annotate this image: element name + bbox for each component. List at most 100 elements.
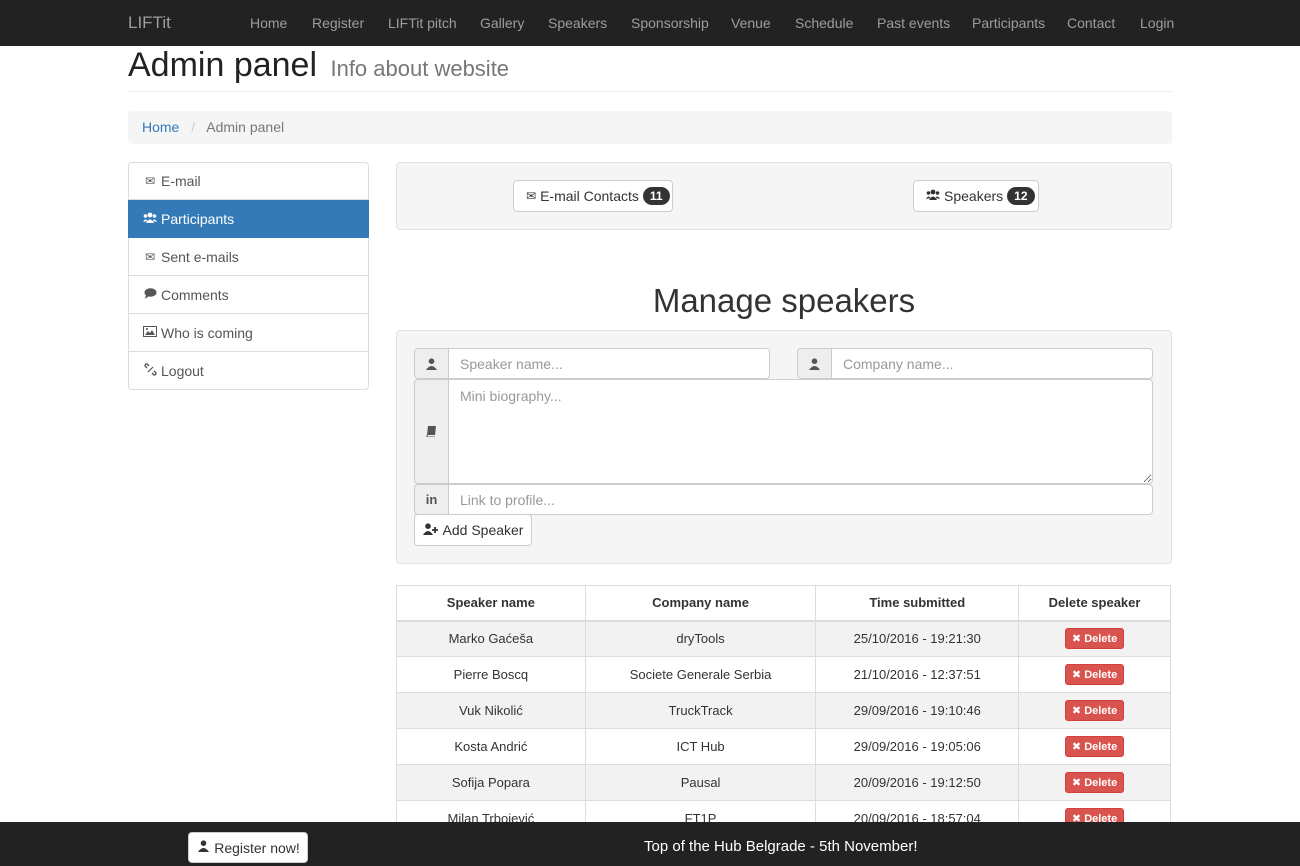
- nav-login[interactable]: Login: [1140, 15, 1174, 31]
- time-submitted-cell: 25/10/2016 - 19:21:30: [815, 620, 1020, 657]
- page-title: Admin panel Info about website: [128, 46, 509, 85]
- table-row: Marko Gaćeša dryTools 25/10/2016 - 19:21…: [396, 620, 1171, 657]
- user-times-icon: ✖: [1071, 741, 1085, 753]
- users-icon: [926, 189, 940, 203]
- speaker-name-cell: Pierre Boscq: [396, 656, 586, 693]
- column-header-speaker-name: Speaker name: [396, 585, 586, 622]
- speakers-count-badge: 12: [1007, 187, 1035, 205]
- manage-speakers-title: Manage speakers: [652, 282, 916, 319]
- user-icon: [196, 840, 210, 855]
- sidebar-item-sent-emails[interactable]: ✉ Sent e-mails: [128, 238, 369, 276]
- delete-speaker-button[interactable]: ✖ Delete: [1064, 736, 1125, 757]
- nav-sponsorship[interactable]: Sponsorship: [631, 15, 709, 31]
- time-submitted-cell: 20/09/2016 - 19:12:50: [815, 764, 1020, 801]
- speaker-name-input[interactable]: [448, 348, 770, 379]
- sidebar-item-label: Who is coming: [161, 324, 253, 341]
- envelope-icon: ✉: [144, 249, 156, 264]
- user-times-icon: ✖: [1071, 705, 1085, 717]
- nav-speakers[interactable]: Speakers: [548, 15, 607, 31]
- add-speaker-button[interactable]: Add Speaker: [414, 514, 532, 546]
- nav-register[interactable]: Register: [312, 15, 364, 31]
- time-submitted-cell: 29/09/2016 - 19:10:46: [815, 692, 1020, 729]
- company-name-cell: ICT Hub: [584, 728, 817, 765]
- nav-contact[interactable]: Contact: [1067, 15, 1115, 31]
- sidebar-item-comments[interactable]: Comments: [128, 276, 369, 314]
- delete-label: Delete: [1084, 777, 1118, 789]
- bio-group: [414, 379, 1153, 484]
- event-announcement: Top of the Hub Belgrade - 5th November!: [644, 838, 918, 855]
- nav-participants[interactable]: Participants: [972, 15, 1045, 31]
- nav-gallery[interactable]: Gallery: [480, 15, 524, 31]
- table-row: Pierre Boscq Societe Generale Serbia 21/…: [396, 656, 1171, 693]
- brand-logo[interactable]: LIFTit: [128, 13, 171, 33]
- speaker-name-cell: Marko Gaćeša: [396, 620, 586, 657]
- time-submitted-cell: 29/09/2016 - 19:05:06: [815, 728, 1020, 765]
- email-contacts-button[interactable]: ✉ E-mail Contacts 11: [513, 180, 673, 212]
- user-times-icon: ✖: [1071, 777, 1085, 789]
- comment-icon: [143, 287, 157, 302]
- table-row: Kosta Andrić ICT Hub 29/09/2016 - 19:05:…: [396, 728, 1171, 765]
- company-name-group: [797, 348, 1153, 379]
- nav-schedule[interactable]: Schedule: [795, 15, 853, 31]
- speakers-count-label: Speakers: [944, 188, 1004, 204]
- delete-speaker-button[interactable]: ✖ Delete: [1064, 700, 1125, 721]
- delete-speaker-button[interactable]: ✖ Delete: [1064, 772, 1125, 793]
- sidebar-item-participants[interactable]: Participants: [128, 200, 369, 238]
- sidebar-item-label: Logout: [161, 362, 204, 379]
- delete-cell: ✖ Delete: [1018, 764, 1171, 801]
- delete-label: Delete: [1084, 669, 1118, 681]
- speakers-count-button[interactable]: Speakers 12: [913, 180, 1039, 212]
- book-icon: [414, 379, 448, 484]
- nav-liftit-pitch[interactable]: LIFTit pitch: [388, 15, 457, 31]
- company-name-cell: Societe Generale Serbia: [584, 656, 817, 693]
- page-subtitle: Info about website: [330, 56, 510, 81]
- header-divider: [128, 91, 1172, 92]
- user-times-icon: ✖: [1071, 669, 1085, 681]
- nav-home[interactable]: Home: [250, 15, 287, 31]
- user-icon: [414, 348, 448, 379]
- profile-link-input[interactable]: [448, 484, 1153, 515]
- email-contacts-badge: 11: [642, 187, 670, 205]
- company-name-input[interactable]: [831, 348, 1153, 379]
- sidebar-item-who-is-coming[interactable]: Who is coming: [128, 314, 369, 352]
- delete-cell: ✖ Delete: [1018, 692, 1171, 729]
- delete-label: Delete: [1084, 633, 1118, 646]
- delete-cell: ✖ Delete: [1018, 620, 1171, 657]
- column-header-company-name: Company name: [584, 585, 817, 622]
- speaker-name-cell: Sofija Popara: [396, 764, 586, 801]
- time-submitted-cell: 21/10/2016 - 12:37:51: [815, 656, 1020, 693]
- mini-biography-input[interactable]: [448, 379, 1153, 484]
- breadcrumb-home-link[interactable]: Home: [142, 119, 179, 135]
- sidebar-item-email[interactable]: ✉ E-mail: [128, 162, 369, 200]
- picture-icon: [143, 325, 157, 340]
- table-header-row: Speaker name Company name Time submitted…: [396, 585, 1171, 622]
- sidebar-item-label: Participants: [161, 210, 235, 227]
- delete-cell: ✖ Delete: [1018, 656, 1171, 693]
- speaker-name-group: [414, 348, 770, 379]
- sidebar-item-label: Comments: [161, 286, 229, 303]
- page-title-text: Admin panel: [128, 46, 318, 84]
- user-plus-icon: [422, 522, 439, 538]
- breadcrumb-current: Admin panel: [206, 119, 285, 135]
- admin-sidebar: ✉ E-mail Participants ✉ Sent e-mails Com…: [128, 162, 369, 390]
- nav-venue[interactable]: Venue: [731, 15, 771, 31]
- delete-speaker-button[interactable]: ✖ Delete: [1064, 628, 1125, 650]
- breadcrumb-separator: /: [191, 119, 196, 135]
- nav-past-events[interactable]: Past events: [877, 15, 950, 31]
- delete-label: Delete: [1084, 741, 1118, 753]
- sidebar-item-logout[interactable]: Logout: [128, 352, 369, 390]
- speaker-name-cell: Vuk Nikolić: [396, 692, 586, 729]
- envelope-icon: ✉: [144, 174, 156, 188]
- column-header-time-submitted: Time submitted: [815, 585, 1020, 622]
- speaker-name-cell: Kosta Andrić: [396, 728, 586, 765]
- delete-speaker-button[interactable]: ✖ Delete: [1064, 664, 1125, 685]
- register-now-button[interactable]: Register now!: [188, 832, 308, 863]
- breadcrumb: Home / Admin panel: [128, 111, 1172, 144]
- add-speaker-label: Add Speaker: [442, 522, 524, 538]
- speakers-table: Speaker name Company name Time submitted…: [396, 585, 1171, 837]
- sidebar-item-label: Sent e-mails: [161, 248, 239, 265]
- bottom-bar: Register now! Top of the Hub Belgrade - …: [0, 822, 1300, 866]
- user-times-icon: ✖: [1071, 633, 1085, 646]
- profile-link-group: in: [414, 484, 1153, 515]
- user-icon: [797, 348, 831, 379]
